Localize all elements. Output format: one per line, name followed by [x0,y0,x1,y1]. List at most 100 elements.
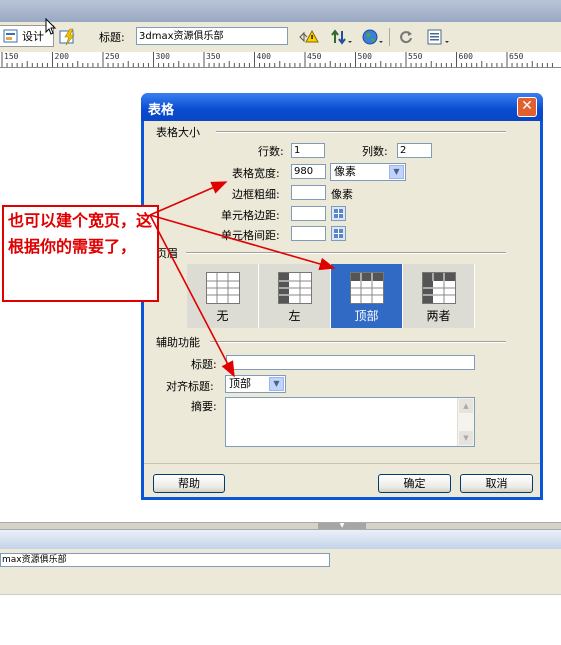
annotation-callout: 也可以建个宽页，这根据你的需要了， [2,205,159,302]
section-divider [186,252,506,254]
cell-padding-icon [331,206,346,221]
lightning-icon [59,28,75,46]
align-caption-select[interactable]: 顶部 ▼ [225,375,286,393]
chevron-down-icon: ▼ [389,165,404,179]
section-accessibility: 辅助功能 [156,336,200,349]
summary-textarea[interactable]: ▲ ▼ [225,397,475,447]
table-none-icon [206,272,240,304]
cols-label: 列数: [362,145,388,158]
ruler-label: 650 [509,52,524,61]
header-option-label: 无 [216,309,229,323]
globe-icon [362,29,383,45]
section-divider [210,341,506,343]
table-left-icon [278,272,312,304]
caption-label: 标题: [191,358,217,371]
width-unit-value: 像素 [334,165,356,178]
header-option-label: 左 [288,309,301,323]
collapse-arrow-icon: ▼ [339,522,345,529]
help-button[interactable]: 帮助 [153,474,225,493]
ruler-label: 400 [256,52,271,61]
width-unit-select[interactable]: 像素 ▼ [330,163,406,181]
scroll-down-icon[interactable]: ▼ [459,431,473,445]
cancel-button[interactable]: 取消 [460,474,533,493]
header-option-none[interactable]: 无 [187,264,259,328]
cell-padding-label: 单元格边距: [221,209,280,222]
ruler-label: 450 [307,52,322,61]
horizontal-ruler: 150 200 250 300 350 400 450 500 550 600 650 [0,52,561,68]
view-options-icon [427,29,449,45]
close-icon: ✕ [521,98,533,114]
chevron-down-icon: ▼ [269,377,284,391]
header-option-label: 顶部 [354,309,379,323]
ok-button[interactable]: 确定 [378,474,451,493]
close-button[interactable]: ✕ [517,97,537,117]
ruler-label: 300 [155,52,170,61]
table-top-icon [350,272,384,304]
refresh-button[interactable] [395,27,417,47]
ruler-label: 500 [357,52,372,61]
border-unit: 像素 [331,188,353,201]
header-option-left[interactable]: 左 [259,264,331,328]
cell-spacing-icon [331,226,346,241]
rows-label: 行数: [258,145,284,158]
browser-check-button[interactable] [294,27,319,47]
table-width-input[interactable]: 980 [291,164,326,179]
ruler-label: 350 [206,52,221,61]
panel-splitter[interactable] [0,522,561,530]
ruler-label: 250 [105,52,120,61]
cell-padding-input[interactable] [291,206,326,221]
toolbar-separator [389,28,390,46]
border-label: 边框粗细: [232,188,280,201]
table-both-icon [422,272,456,304]
header-option-top[interactable]: 顶部 [331,264,403,328]
dialog-title: 表格 [148,103,175,118]
section-table-size: 表格大小 [156,126,200,139]
table-width-label: 表格宽度: [232,167,280,180]
scroll-up-icon[interactable]: ▲ [459,399,473,413]
summary-label: 摘要: [191,400,217,413]
live-preview-button[interactable] [56,26,78,46]
section-header: 页眉 [156,247,178,260]
caption-input[interactable] [226,355,475,370]
doc-title-label: 标题: [99,31,125,44]
ruler-label: 600 [458,52,473,61]
summary-scrollbar[interactable]: ▲ ▼ [457,398,474,446]
align-caption-value: 顶部 [229,377,251,390]
table-grid-graphic [351,273,383,303]
section-divider [216,131,506,133]
up-down-arrows-icon [330,29,352,45]
ruler-label: 150 [4,52,19,61]
panel-bottom [0,594,561,645]
header-option-both[interactable]: 两者 [403,264,475,328]
cols-input[interactable]: 2 [397,143,432,158]
doc-title-input[interactable]: 3dmax资源俱乐部 [136,27,288,45]
cell-spacing-input[interactable] [291,226,326,241]
dialog-body: 表格大小 行数: 1 列数: 2 表格宽度: 980 像素 ▼ 边框粗细: 像素… [144,121,540,497]
dialog-titlebar[interactable]: 表格 ✕ [141,93,543,121]
align-caption-label: 对齐标题: [166,380,214,393]
ruler-ticks [1,52,553,67]
refresh-icon [398,29,414,45]
window-top-strip [0,0,561,22]
header-options: 无 左 顶部 两者 [187,264,477,328]
table-grid-graphic [279,273,311,303]
file-transfer-button[interactable] [326,27,352,47]
cell-spacing-label: 单元格间距: [221,229,280,242]
view-options-button[interactable] [422,27,449,47]
rows-input[interactable]: 1 [291,143,325,158]
header-option-label: 两者 [426,309,451,323]
footer-divider [144,463,540,464]
mouse-cursor-icon [45,18,57,35]
table-grid-graphic [423,273,455,303]
border-input[interactable] [291,185,326,200]
collapse-handle[interactable]: ▼ [318,523,366,529]
table-dialog: 表格 ✕ 表格大小 行数: 1 列数: 2 表格宽度: 980 像素 ▼ 边框粗… [141,93,543,500]
design-view-label: 设计 [22,30,44,43]
preview-browser-button[interactable] [358,27,383,47]
design-view-icon [3,28,19,44]
ruler-label: 200 [54,52,69,61]
table-grid-graphic [207,273,239,303]
properties-title-input[interactable]: max资源俱乐部 [0,553,330,567]
browser-check-icon [298,29,319,45]
ruler-label: 550 [408,52,423,61]
